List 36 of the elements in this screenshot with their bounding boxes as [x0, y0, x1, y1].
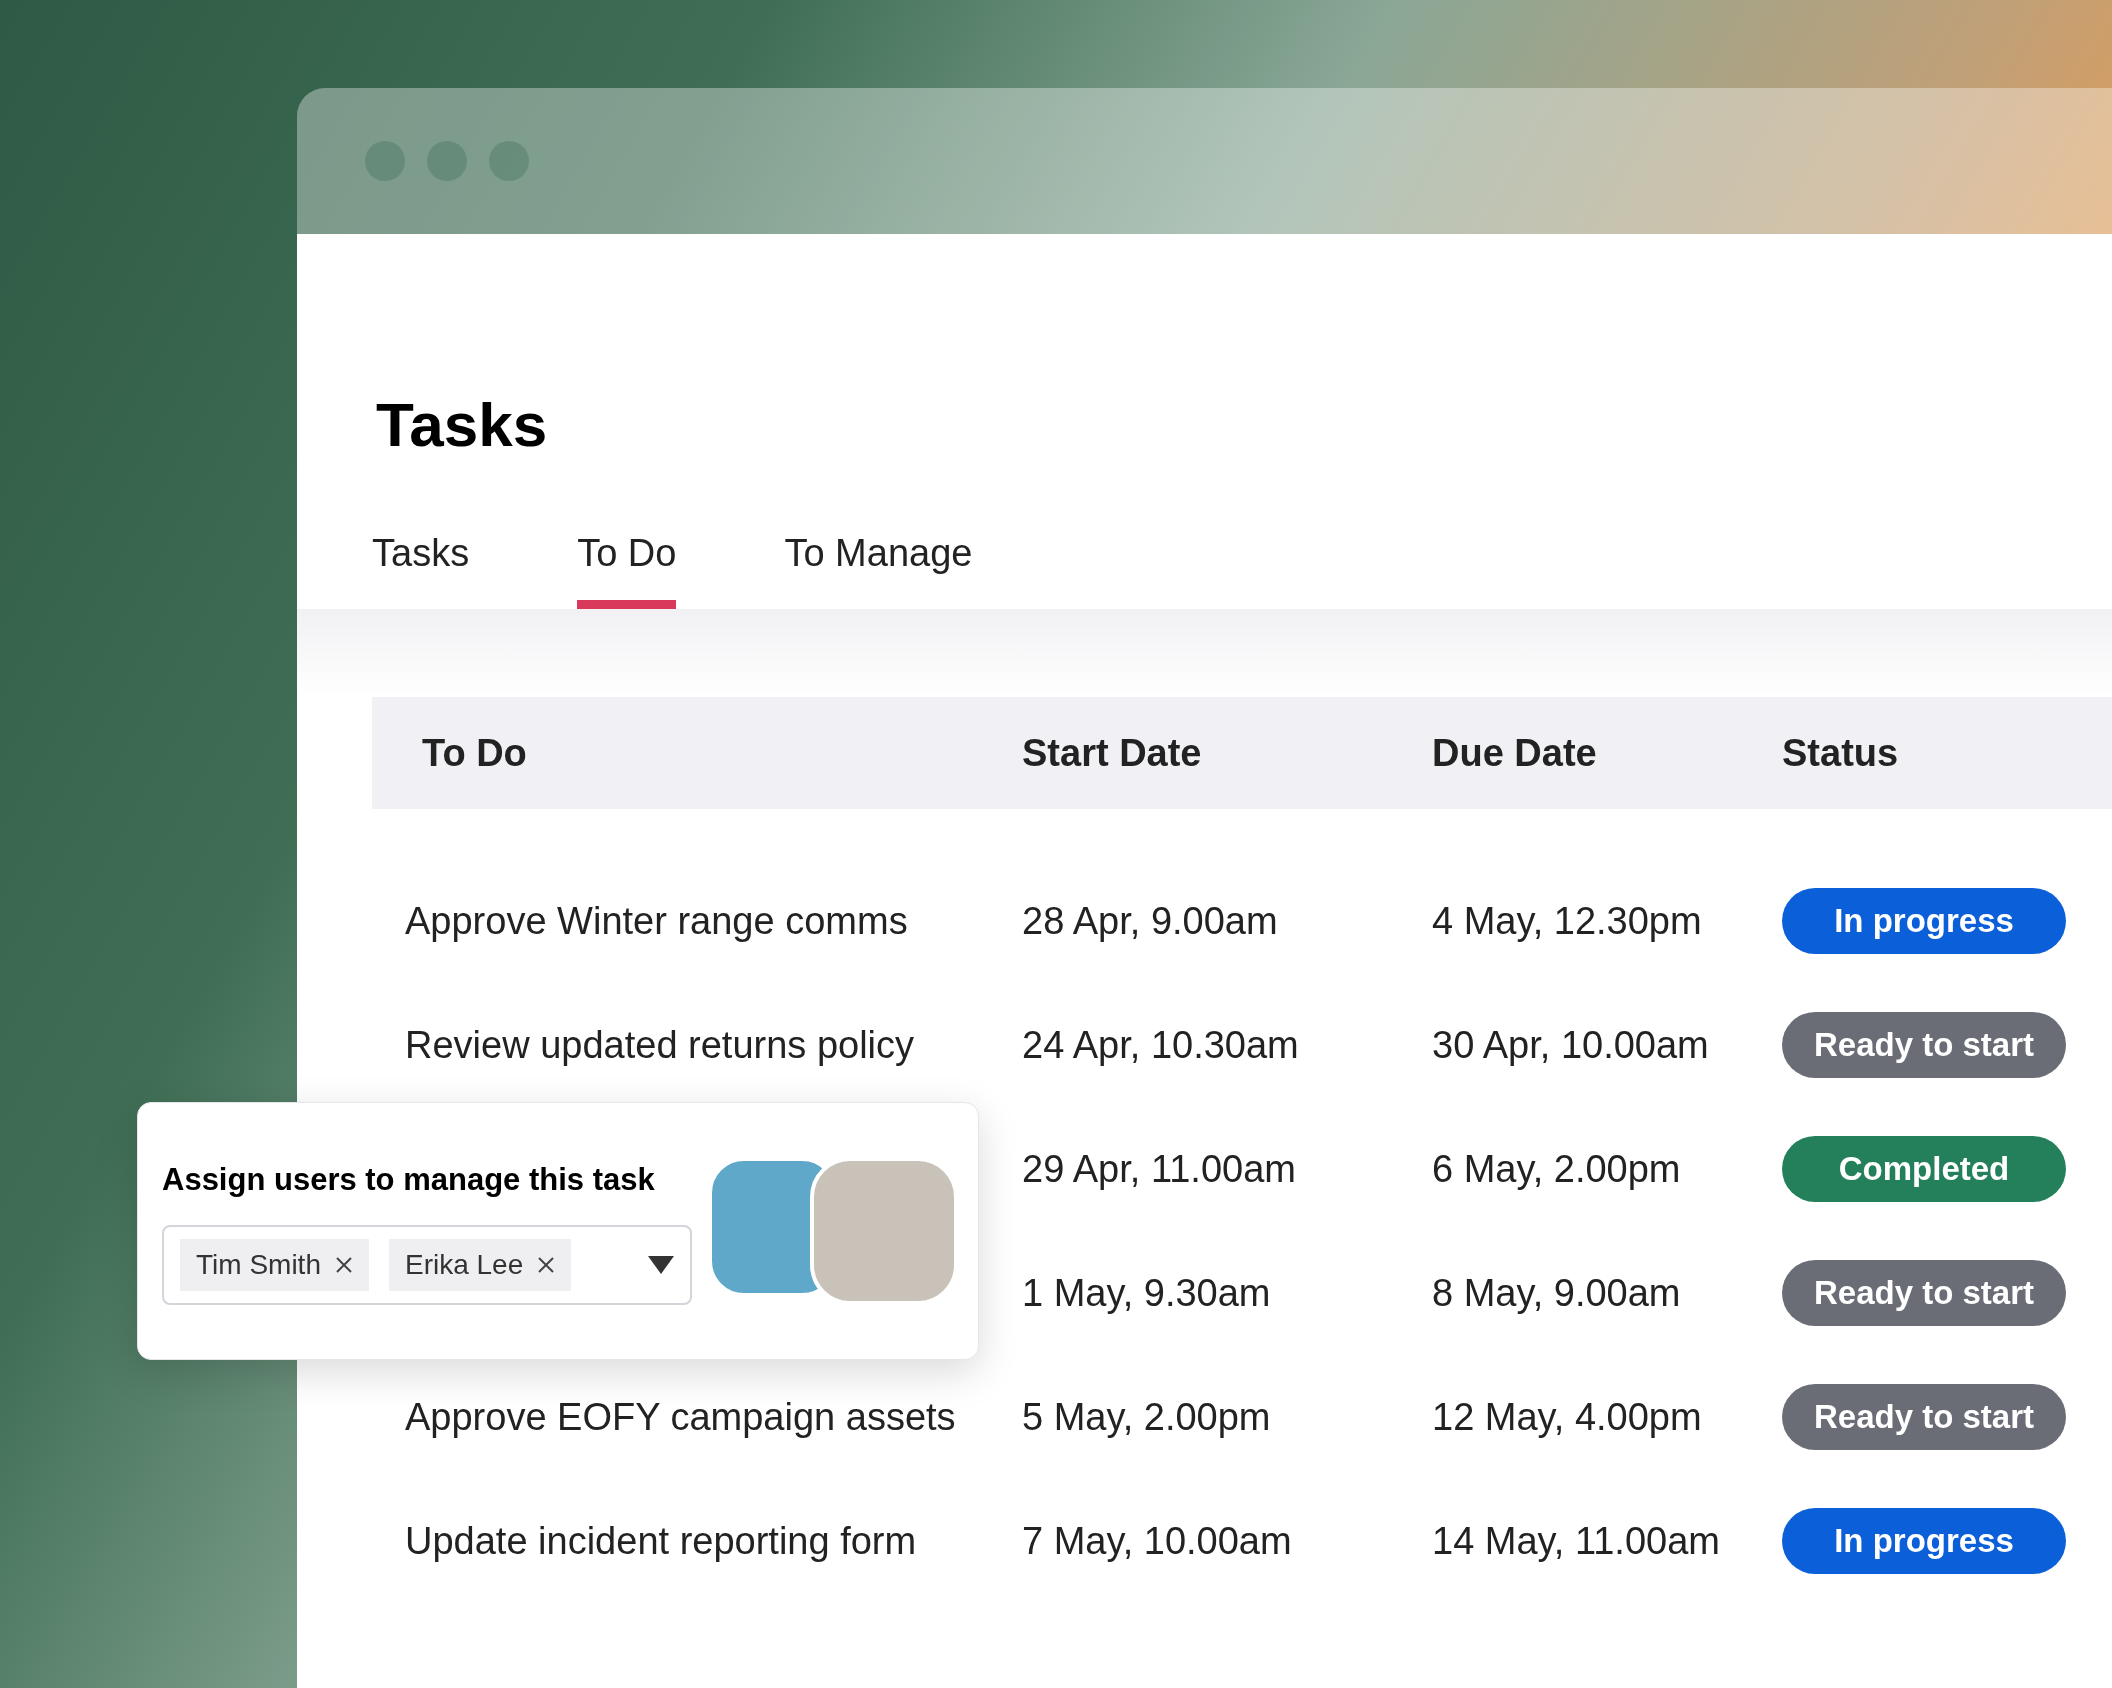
- table-cell-text: 5 May, 2.00pm: [1022, 1394, 1271, 1440]
- table-cell-text: 12 May, 4.00pm: [1432, 1394, 1702, 1440]
- popup-title: Assign users to manage this task: [162, 1160, 655, 1199]
- table-cell-text: Update incident reporting form: [405, 1518, 917, 1564]
- table-cell-text: 14 May, 11.00am: [1432, 1518, 1720, 1564]
- table-cell-text: 28 Apr, 9.00am: [1022, 898, 1278, 944]
- table-cell-text: 6 May, 2.00pm: [1432, 1146, 1681, 1192]
- assignee-select[interactable]: Tim Smith Erika Lee: [162, 1225, 692, 1306]
- user-tag: Erika Lee: [388, 1239, 572, 1292]
- close-icon[interactable]: [334, 1256, 353, 1275]
- table-cell-text: 1 May, 9.30am: [1022, 1270, 1271, 1316]
- table-cell-text: 7 May, 10.00am: [1022, 1518, 1292, 1564]
- table-cell-text: Review updated returns policy: [405, 1022, 915, 1068]
- table-cell-text: 24 Apr, 10.30am: [1022, 1022, 1299, 1068]
- table-cell-text: 4 May, 12.30pm: [1432, 898, 1702, 944]
- caret-icon[interactable]: [648, 1256, 674, 1275]
- close-icon[interactable]: [537, 1256, 556, 1275]
- status-pill: In progress: [1782, 888, 2066, 954]
- tab[interactable]: Tasks: [372, 534, 470, 609]
- column-header: Start Date: [1022, 730, 1202, 776]
- status-pill: Ready to start: [1782, 1384, 2066, 1450]
- column-header: To Do: [422, 730, 527, 776]
- status-pill: Ready to start: [1782, 1012, 2066, 1078]
- table-cell-text: 8 May, 9.00am: [1432, 1270, 1681, 1316]
- column-header: Status: [1782, 730, 1899, 776]
- table-cell-text: 30 Apr, 10.00am: [1432, 1022, 1709, 1068]
- table-cell-text: Approve Winter range comms: [405, 898, 908, 944]
- tab[interactable]: To Manage: [784, 534, 973, 609]
- status-pill: In progress: [1782, 1508, 2066, 1574]
- status-pill: Completed: [1782, 1136, 2066, 1202]
- column-header: Due Date: [1432, 730, 1597, 776]
- status-pill: Ready to start: [1782, 1260, 2066, 1326]
- table-cell-text: 29 Apr, 11.00am: [1022, 1146, 1296, 1192]
- page-title: Tasks: [376, 394, 548, 456]
- table-cell-text: Approve EOFY campaign assets: [405, 1394, 956, 1440]
- user-tag: Tim Smith: [180, 1239, 369, 1292]
